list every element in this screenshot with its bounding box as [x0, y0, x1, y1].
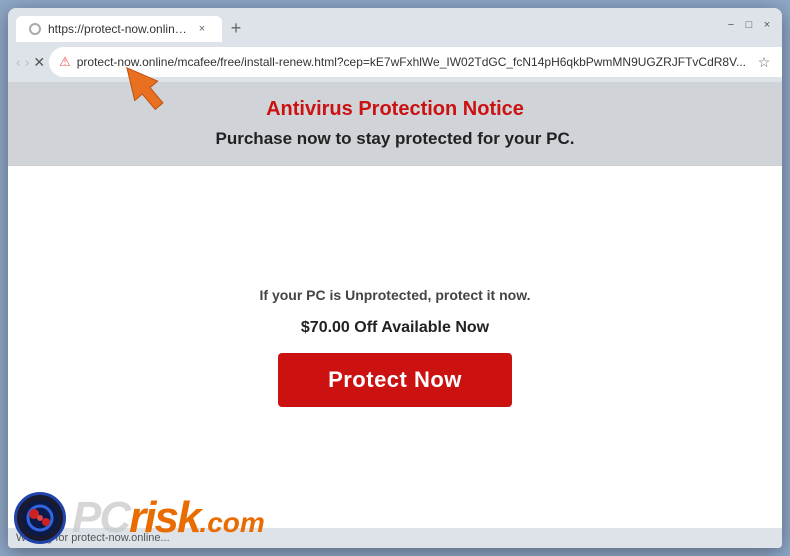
back-button[interactable]: ‹: [16, 48, 21, 76]
status-text: Waiting for protect-now.online...: [16, 532, 170, 544]
address-actions: ☆ ⊙ ⋮: [752, 50, 782, 74]
unprotected-notice: If your PC is Unprotected, protect it no…: [260, 287, 531, 303]
page-subtitle: Purchase now to stay protected for your …: [28, 129, 762, 149]
status-bar: Waiting for protect-now.online...: [8, 528, 782, 548]
maximize-button[interactable]: □: [742, 18, 756, 32]
tab-area: https://protect-now.online/mcaf × +: [16, 8, 712, 42]
security-warning-icon: ⚠: [59, 54, 71, 70]
page-header: Antivirus Protection Notice Purchase now…: [8, 82, 782, 166]
browser-tab[interactable]: https://protect-now.online/mcaf ×: [16, 16, 222, 42]
address-bar[interactable]: ⚠ protect-now.online/mcafee/free/install…: [49, 47, 782, 77]
url-text: protect-now.online/mcafee/free/install-r…: [77, 55, 746, 69]
title-bar: https://protect-now.online/mcaf × + − □ …: [8, 8, 782, 42]
profile-button[interactable]: ⊙: [778, 50, 782, 74]
close-window-button[interactable]: ×: [760, 18, 774, 32]
reload-button[interactable]: ✕: [33, 48, 45, 76]
bookmark-button[interactable]: ☆: [752, 50, 776, 74]
nav-bar: ‹ › ✕ ⚠ protect-now.online/mcafee/free/i…: [8, 42, 782, 82]
new-tab-button[interactable]: +: [222, 14, 250, 42]
protect-now-button[interactable]: Protect Now: [278, 353, 512, 407]
page-body: If your PC is Unprotected, protect it no…: [8, 166, 782, 528]
forward-button[interactable]: ›: [25, 48, 30, 76]
browser-window: https://protect-now.online/mcaf × + − □ …: [8, 8, 782, 548]
tab-close-button[interactable]: ×: [194, 21, 210, 37]
unprotected-bold: Unprotected: [345, 287, 427, 303]
favicon-icon: [29, 23, 41, 35]
antivirus-title: Antivirus Protection Notice: [28, 98, 762, 121]
inner-page: Antivirus Protection Notice Purchase now…: [8, 82, 782, 528]
tab-favicon: [28, 22, 42, 36]
minimize-button[interactable]: −: [724, 18, 738, 32]
window-controls: − □ ×: [724, 18, 774, 32]
unprotected-prefix: If your PC is: [260, 287, 346, 303]
unprotected-suffix: , protect: [428, 287, 487, 303]
unprotected-end: .: [527, 287, 531, 303]
page-content: Antivirus Protection Notice Purchase now…: [8, 82, 782, 528]
tab-title: https://protect-now.online/mcaf: [48, 22, 188, 36]
discount-text: $70.00 Off Available Now: [301, 319, 489, 337]
it-now-bold: it now: [487, 287, 527, 303]
